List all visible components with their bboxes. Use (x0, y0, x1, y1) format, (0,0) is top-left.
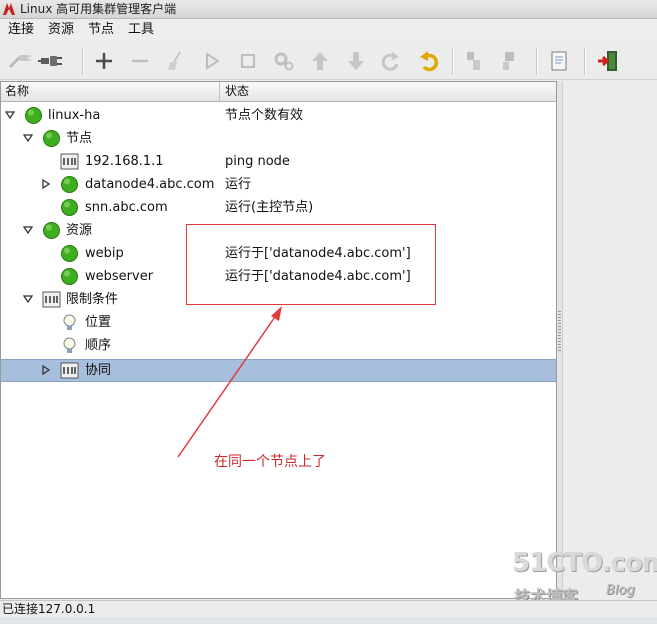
tree-row-label: snn.abc.com (85, 200, 168, 215)
cleanup-icon[interactable] (163, 48, 189, 74)
active-icon[interactable] (497, 48, 523, 74)
ping-node-icon (60, 153, 79, 170)
splitter-grip[interactable] (558, 311, 561, 351)
annotation-arrow (177, 306, 282, 458)
green-circle-icon (43, 130, 60, 147)
tree-row-label: datanode4.abc.com (85, 177, 215, 192)
constraint-icon (42, 291, 61, 308)
green-circle-icon (25, 107, 42, 124)
tree-row-node[interactable]: datanode4.abc.com 运行 (1, 173, 556, 196)
toolbar-separator (82, 47, 84, 75)
undo-icon[interactable] (416, 48, 442, 74)
tree-row-nodes-group[interactable]: 节点 (1, 127, 556, 150)
tree-row-label: 192.168.1.1 (85, 154, 164, 169)
chevron-right-icon[interactable] (41, 179, 51, 189)
document-icon[interactable] (546, 48, 572, 74)
tree-row-status: ping node (225, 154, 290, 169)
tree-row-label: 限制条件 (66, 292, 119, 307)
menu-bar: 连接 资源 节点 工具 (0, 19, 657, 40)
chevron-down-icon[interactable] (5, 110, 15, 120)
tree-row-status: 运行(主控节点) (225, 200, 314, 215)
disconnect-icon[interactable] (6, 48, 32, 74)
annotation-highlight-box (186, 224, 436, 305)
chevron-down-icon[interactable] (23, 133, 33, 143)
tree-header: 名称 状态 (1, 82, 556, 102)
tree-row-status: 运行 (225, 177, 252, 192)
toolbar (0, 41, 657, 80)
green-circle-icon (61, 199, 78, 216)
tree-row-label: 节点 (66, 131, 93, 146)
toolbar-separator (584, 47, 586, 75)
redo-icon[interactable] (378, 48, 404, 74)
tree-row-label: 协同 (85, 363, 112, 378)
column-header-name[interactable]: 名称 (1, 82, 220, 101)
lightbulb-icon (63, 337, 76, 353)
green-circle-icon (61, 268, 78, 285)
tree-row-status: 节点个数有效 (225, 108, 304, 123)
annotation-text: 在同一个节点上了 (214, 454, 326, 470)
lightbulb-icon (63, 314, 76, 330)
green-circle-icon (61, 176, 78, 193)
chevron-right-icon[interactable] (41, 365, 51, 375)
stop-icon[interactable] (235, 48, 261, 74)
column-header-status[interactable]: 状态 (221, 82, 555, 101)
remove-icon[interactable] (127, 48, 153, 74)
constraint-icon (60, 362, 79, 379)
menu-nodes[interactable]: 节点 (86, 19, 116, 40)
watermark-main: 51CTO.com (512, 548, 657, 578)
connection-status: 已连接127.0.0.1 (2, 602, 96, 616)
menu-tools[interactable]: 工具 (126, 19, 156, 40)
green-circle-icon (61, 245, 78, 262)
tree-row-label: 资源 (66, 223, 93, 238)
green-circle-icon (43, 222, 60, 239)
tree-row-label: 顺序 (85, 338, 112, 353)
details-panel (562, 81, 657, 599)
status-bar: 已连接127.0.0.1 (0, 600, 657, 617)
watermark-blog: Blog (606, 583, 635, 598)
app-logo-icon (3, 3, 15, 15)
tree-row-label: webserver (85, 269, 154, 284)
bottom-strip (0, 617, 657, 624)
toolbar-separator (536, 47, 538, 75)
tree-row-label: 位置 (85, 315, 112, 330)
toolbar-separator (452, 47, 454, 75)
window-title: Linux 高可用集群管理客户端 (20, 2, 177, 16)
tree-row-cluster[interactable]: linux-ha 节点个数有效 (1, 104, 556, 127)
configure-icon[interactable] (271, 48, 297, 74)
chevron-down-icon[interactable] (23, 225, 33, 235)
move-down-icon[interactable] (343, 48, 369, 74)
start-icon[interactable] (199, 48, 225, 74)
tree-row-label: linux-ha (48, 108, 101, 123)
move-up-icon[interactable] (307, 48, 333, 74)
standby-icon[interactable] (461, 48, 487, 74)
menu-connect[interactable]: 连接 (6, 19, 36, 40)
title-bar: Linux 高可用集群管理客户端 (0, 0, 657, 19)
watermark: 51CTO.com 技术博客 Blog (512, 548, 657, 608)
tree-row-ping-node[interactable]: 192.168.1.1 ping node (1, 150, 556, 173)
tree-row-node[interactable]: snn.abc.com 运行(主控节点) (1, 196, 556, 219)
chevron-down-icon[interactable] (23, 294, 33, 304)
exit-icon[interactable] (595, 48, 621, 74)
add-icon[interactable] (91, 48, 117, 74)
menu-resources[interactable]: 资源 (46, 19, 76, 40)
tree-row-label: webip (85, 246, 124, 261)
connect-icon[interactable] (38, 48, 64, 74)
